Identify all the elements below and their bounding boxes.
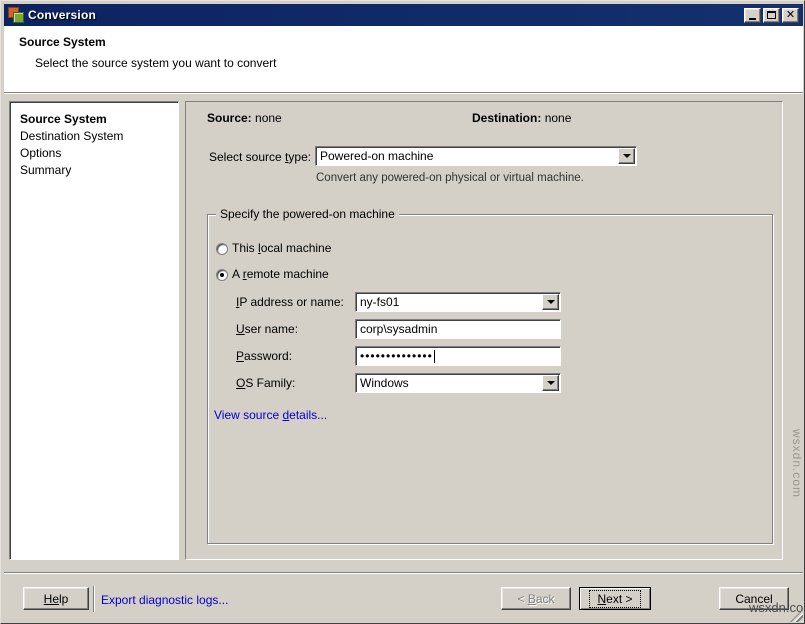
source-status: Source: none — [207, 111, 282, 125]
os-family-value: Windows — [360, 376, 542, 390]
os-family-dropdown-button[interactable] — [542, 375, 559, 391]
source-type-dropdown-button[interactable] — [618, 148, 635, 164]
os-family-label: OS Family: — [236, 376, 295, 390]
os-family-combobox[interactable]: Windows — [355, 373, 561, 393]
destination-status: Destination: none — [472, 111, 571, 125]
help-button[interactable]: Help — [23, 587, 89, 610]
chevron-down-icon — [547, 381, 555, 385]
powered-on-machine-group: Specify the powered-on machine This loca… — [207, 214, 773, 544]
source-type-value: Powered-on machine — [320, 149, 618, 163]
user-name-input[interactable]: corp\sysadmin — [355, 319, 561, 339]
password-value: •••••••••••••• — [360, 349, 433, 363]
wizard-header: Source System Select the source system y… — [4, 26, 803, 92]
app-icon-green-square — [13, 12, 24, 23]
view-source-details-link[interactable]: View source details... — [214, 408, 327, 422]
source-type-combobox[interactable]: Powered-on machine — [315, 146, 637, 166]
watermark-corner: wsxdn.com — [749, 600, 805, 615]
user-name-label: User name: — [236, 322, 298, 336]
source-status-label: Source: — [207, 111, 252, 125]
sidebar-item-options[interactable]: Options — [20, 145, 178, 162]
header-separator — [4, 92, 803, 94]
close-icon: ✕ — [786, 10, 795, 21]
local-machine-radio[interactable] — [216, 243, 228, 255]
page-title: Source System — [19, 35, 106, 49]
maximize-button[interactable] — [763, 8, 780, 23]
group-title: Specify the powered-on machine — [216, 207, 399, 221]
title-bar[interactable]: Conversion ✕ — [4, 4, 803, 26]
main-panel: Source: none Destination: none Select so… — [185, 101, 783, 560]
ip-address-combobox[interactable]: ny-fs01 — [355, 292, 561, 312]
source-status-value: none — [255, 111, 282, 125]
footer-vertical-separator — [93, 586, 95, 612]
close-button[interactable]: ✕ — [782, 8, 799, 23]
minimize-icon — [749, 18, 756, 20]
sidebar-item-summary[interactable]: Summary — [20, 162, 178, 179]
page-subtitle: Select the source system you want to con… — [35, 56, 276, 70]
export-diagnostic-logs-link[interactable]: Export diagnostic logs... — [101, 593, 228, 607]
sidebar-item-source-system[interactable]: Source System — [20, 111, 178, 128]
chevron-down-icon — [547, 300, 555, 304]
local-machine-radio-label[interactable]: This local machine — [232, 241, 331, 255]
sidebar-item-destination-system[interactable]: Destination System — [20, 128, 178, 145]
maximize-icon — [767, 11, 776, 19]
watermark-side: wsxdn.com — [790, 429, 804, 498]
password-input[interactable]: •••••••••••••• — [355, 346, 561, 366]
minimize-button[interactable] — [744, 8, 761, 23]
converter-app-icon — [8, 7, 24, 23]
conversion-window: Conversion ✕ Source System Select the so… — [0, 0, 805, 624]
user-name-value: corp\sysadmin — [360, 322, 560, 336]
password-label: Password: — [236, 349, 292, 363]
back-button: < Back — [501, 587, 571, 610]
source-type-label: Select source type: — [209, 150, 311, 164]
window-title: Conversion — [28, 8, 744, 22]
window-controls: ✕ — [744, 8, 799, 23]
destination-status-value: none — [545, 111, 572, 125]
chevron-down-icon — [623, 154, 631, 158]
destination-status-label: Destination: — [472, 111, 541, 125]
footer-separator — [4, 572, 803, 574]
next-button[interactable]: Next > — [579, 587, 651, 610]
remote-machine-radio[interactable] — [216, 269, 228, 281]
source-type-hint: Convert any powered-on physical or virtu… — [316, 172, 584, 184]
ip-address-value: ny-fs01 — [360, 295, 542, 309]
ip-address-dropdown-button[interactable] — [542, 294, 559, 310]
ip-address-label: IP address or name: — [236, 295, 344, 309]
remote-machine-radio-label[interactable]: A remote machine — [232, 267, 329, 281]
text-caret — [434, 350, 435, 363]
wizard-steps-sidebar: Source System Destination System Options… — [9, 101, 179, 560]
